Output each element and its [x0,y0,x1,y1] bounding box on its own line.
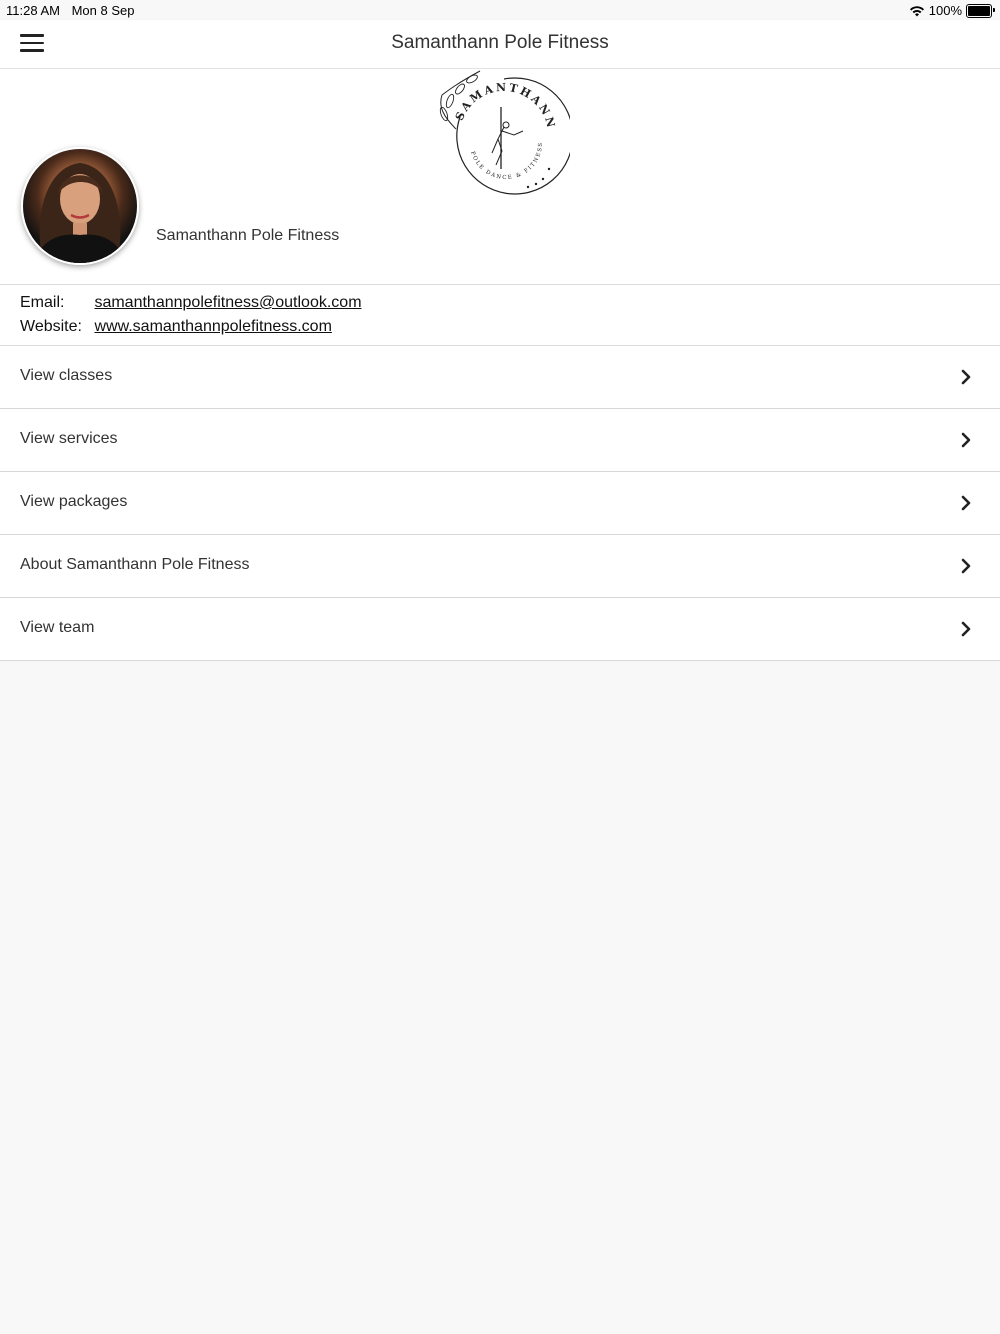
chevron-right-icon [961,495,971,511]
status-left: 11:28 AM Mon 8 Sep [6,3,142,18]
menu-item-label: View team [20,619,95,636]
menu-item-label: About Samanthann Pole Fitness [20,556,250,573]
website-link[interactable]: www.samanthannpolefitness.com [94,318,331,335]
chevron-right-icon [961,369,971,385]
menu-item-label: View classes [20,367,113,384]
page-title: Samanthann Pole Fitness [391,32,609,53]
battery-icon [966,3,995,18]
nav-bar: Samanthann Pole Fitness [0,20,1000,69]
menu-item-view-services[interactable]: View services [0,409,1000,472]
website-row: Website: www.samanthannpolefitness.com [20,318,332,336]
menu-item-view-team[interactable]: View team [0,598,1000,661]
contact-info: Email: samanthannpolefitness@outlook.com… [0,285,1000,346]
battery-fill [968,5,990,16]
avatar [21,147,139,265]
svg-text:POLE DANCE & FITNESS: POLE DANCE & FITNESS [469,141,544,181]
status-right: 100% [909,3,995,18]
menu-item-label: View services [20,430,118,447]
chevron-right-icon [961,621,971,637]
menu-item-label: View packages [20,493,128,510]
svg-text:SAMANTHANN: SAMANTHANN [453,81,558,131]
status-bar: 11:28 AM Mon 8 Sep 100% [0,0,1000,20]
menu-item-about[interactable]: About Samanthann Pole Fitness [0,535,1000,598]
battery-percent: 100% [928,3,962,18]
status-date: Mon 8 Sep [71,3,135,18]
brand-logo: SAMANTHANN POLE DANCE & FITNESS [439,70,570,195]
email-row: Email: samanthannpolefitness@outlook.com [20,294,362,312]
chevron-right-icon [961,558,971,574]
menu-list: View classes View services View packages… [0,346,1000,661]
profile-header: SAMANTHANN POLE DANCE & FITNESS Samantha… [0,69,1000,285]
wifi-icon [909,5,924,16]
status-time: 11:28 AM [6,3,60,18]
email-link[interactable]: samanthannpolefitness@outlook.com [94,294,361,311]
menu-item-view-classes[interactable]: View classes [0,346,1000,409]
chevron-right-icon [961,432,971,448]
profile-name: Samanthann Pole Fitness [156,227,340,244]
email-label: Email: [20,294,65,311]
menu-item-view-packages[interactable]: View packages [0,472,1000,535]
website-label: Website: [20,318,82,335]
avatar-photo [33,163,127,263]
